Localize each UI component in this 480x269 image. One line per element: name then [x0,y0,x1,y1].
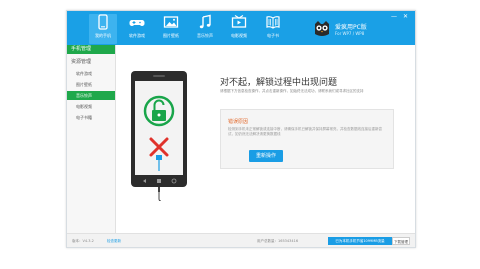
nav-item-ebooks[interactable]: 电子书 [259,14,287,44]
owl-logo-icon [315,21,329,36]
brand-name: 爱疯用PC版 [335,24,367,31]
error-cross-icon [149,137,169,157]
sidebar-item-games[interactable]: 软件游戏 [67,69,115,78]
nav-item-label: 音乐铃声 [197,33,213,38]
nav-item-label: 电影视频 [231,33,247,38]
gamepad-icon [129,20,145,26]
error-panel: 错误原因 检测到手机未正常解锁或连接中断，请确保手机已解锁并保持屏幕常亮，并检查… [220,109,394,169]
minimize-button[interactable]: — [391,14,397,20]
download-manager-button[interactable]: 下载管理 [392,237,410,245]
book-icon [266,16,280,29]
page-description: 请根据下方信息检查操作，并点击重新操作，如始终无法成功，请联系我们或寻求社区的支… [220,89,364,93]
top-nav-bar: 我的手机 软件游戏 图片壁纸 音乐铃声 电影视频 电子书 爱疯用PC版 For … [67,11,415,45]
brand-subtitle: For WP7 / WP8 [335,31,365,36]
page-title: 对不起，解锁过程中出现问题 [220,78,338,88]
phone-hardware-keys [135,177,183,185]
nav-item-wallpapers[interactable]: 图片壁纸 [157,14,185,44]
main-content: 对不起，解锁过程中出现问题 请根据下方信息检查操作，并点击重新操作，如始终无法成… [116,45,415,233]
music-icon [199,14,211,29]
nav-item-games[interactable]: 软件游戏 [123,14,151,44]
error-body: 检测到手机未正常解锁或连接中断，请确保手机已解锁并保持屏幕常亮，并检查数据线连接… [228,127,382,136]
sidebar: 手机管理 资源管理 软件游戏 图片壁纸 音乐铃声 电影视频 电子书籍 [67,45,116,233]
video-icon [231,15,247,28]
traffic-saved-badge: 已为本机手机节省1099MB流量 [328,237,392,245]
usb-cable-icon [158,187,161,201]
sidebar-item-wallpapers[interactable]: 图片壁纸 [67,80,115,89]
error-title: 错误原因 [228,119,249,125]
sidebar-item-videos[interactable]: 电影视频 [67,102,115,111]
check-update-link[interactable]: 检查更新 [107,239,121,244]
nav-item-label: 电子书 [267,33,279,38]
sidebar-item-ringtones[interactable]: 音乐铃声 [67,91,115,100]
nav-item-label: 我的手机 [95,33,111,38]
nav-item-videos[interactable]: 电影视频 [225,14,253,44]
nav-item-label: 图片壁纸 [163,33,179,38]
sidebar-item-ebooks[interactable]: 电子书籍 [67,113,115,122]
nav-item-my-phone[interactable]: 我的手机 [89,14,117,44]
unlock-status-graphic [143,95,175,171]
sidebar-header[interactable]: 手机管理 [67,45,115,54]
image-icon [163,16,179,28]
phone-icon [98,14,108,30]
phone-keys-icon [143,178,177,184]
usb-connector-icon [156,155,162,171]
status-bar: 版本：V4.3.2 检查更新 用户总数量：165343416 已为本机手机节省1… [67,233,415,247]
nav-item-label: 软件游戏 [129,33,145,38]
user-count-label: 用户总数量：165343416 [257,239,299,243]
retry-button[interactable]: 重新操作 [249,150,283,162]
phone-screen [135,81,183,175]
phone-illustration [131,71,187,187]
sidebar-group-resources[interactable]: 资源管理 [67,58,115,67]
nav-item-music[interactable]: 音乐铃声 [191,14,219,44]
close-button[interactable]: ✕ [403,14,408,20]
app-window: 我的手机 软件游戏 图片壁纸 音乐铃声 电影视频 电子书 爱疯用PC版 For … [66,10,416,248]
unlock-icon [143,95,175,127]
phone-speaker [153,75,165,77]
version-label: 版本：V4.3.2 [72,239,94,243]
